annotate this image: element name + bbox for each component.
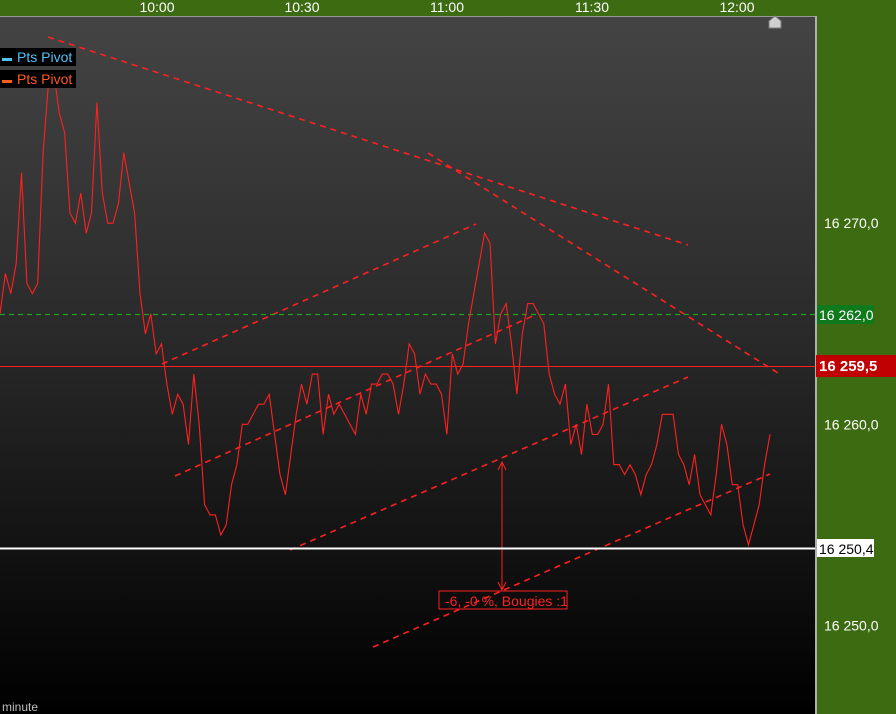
current-price-tag: 16 259,5 bbox=[819, 358, 877, 375]
legend-item-2[interactable]: Pts Pivot bbox=[0, 70, 77, 88]
measure-label: -6, -0 %, Bougies :1 bbox=[445, 593, 568, 609]
legend-swatch-orange bbox=[0, 70, 15, 88]
support-level-tag: 16 250,4 bbox=[819, 541, 874, 557]
trendlines bbox=[47, 36, 779, 648]
home-icon[interactable] bbox=[768, 15, 782, 29]
y-tick-labels: 16 270,0 16 260,0 16 250,0 bbox=[824, 215, 879, 633]
legend-label: Pts Pivot bbox=[15, 48, 77, 66]
chart-window: 10:00 10:30 11:00 11:30 12:00 16 270,0 16 260… bbox=[0, 0, 896, 714]
x-tick-label: 12:00 bbox=[719, 0, 754, 15]
legend-item-1[interactable]: Pts Pivot bbox=[0, 48, 77, 66]
channel-bottom bbox=[372, 473, 771, 648]
x-tick-label: 10:00 bbox=[139, 0, 174, 15]
channel-upper bbox=[161, 223, 477, 365]
price-chart: 10:00 10:30 11:00 11:30 12:00 16 270,0 16 260… bbox=[0, 0, 896, 648]
x-tick-label: 10:30 bbox=[284, 0, 319, 15]
legend-label: Pts Pivot bbox=[15, 70, 77, 88]
channel-lower-2 bbox=[289, 376, 689, 551]
trendline-descending bbox=[47, 36, 689, 246]
price-series-line bbox=[0, 70, 771, 548]
x-tick-labels: 10:00 10:30 11:00 11:30 12:00 bbox=[139, 0, 754, 15]
pivot-level-tag: 16 262,0 bbox=[819, 307, 874, 323]
channel-lower bbox=[174, 314, 536, 477]
measure-tool bbox=[497, 460, 507, 592]
y-tick-label: 16 250,0 bbox=[824, 617, 879, 633]
y-tick-label: 16 260,0 bbox=[824, 416, 879, 432]
timeframe-label: minute bbox=[2, 700, 39, 714]
y-tick-label: 16 270,0 bbox=[824, 215, 879, 231]
x-tick-label: 11:00 bbox=[430, 0, 464, 15]
x-tick-label: 11:30 bbox=[575, 0, 609, 15]
legend-swatch-blue bbox=[0, 48, 15, 66]
